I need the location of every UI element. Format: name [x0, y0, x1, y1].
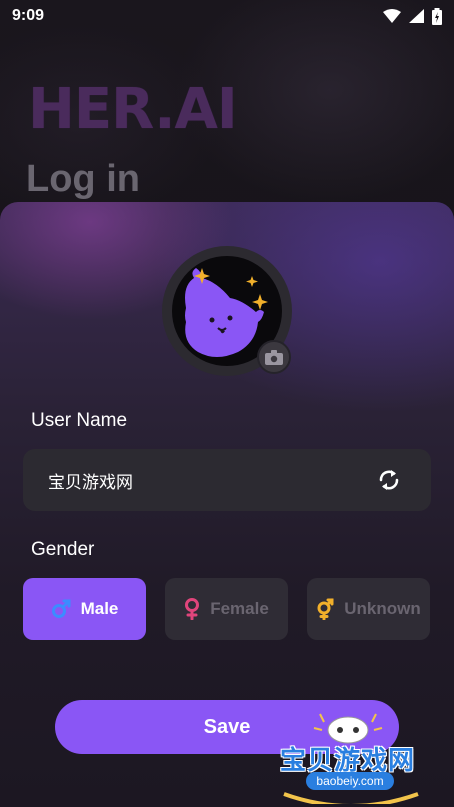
- camera-button[interactable]: [257, 340, 291, 374]
- refresh-icon[interactable]: [377, 468, 401, 492]
- battery-charging-icon: [432, 7, 442, 25]
- status-icons: [383, 7, 442, 25]
- username-label: User Name: [31, 410, 128, 431]
- page-title: Log in: [26, 158, 140, 200]
- watermark: 宝贝游戏网 baobeiy.com: [276, 708, 426, 804]
- wifi-icon: [383, 9, 401, 23]
- female-icon: [185, 598, 200, 620]
- gender-male-label: Male: [80, 599, 119, 618]
- signal-icon: [409, 9, 424, 23]
- gender-unknown-button[interactable]: Unknown: [307, 578, 430, 640]
- status-time: 9:09: [12, 7, 45, 24]
- genderqueer-icon: [317, 598, 334, 620]
- status-bar: 9:09: [0, 0, 454, 32]
- gender-label: Gender: [31, 539, 95, 560]
- gender-female-label: Female: [210, 599, 269, 618]
- male-icon: [51, 599, 71, 618]
- gender-male-button[interactable]: Male: [23, 578, 146, 640]
- gender-female-button[interactable]: Female: [165, 578, 288, 640]
- gender-unknown-label: Unknown: [344, 599, 421, 618]
- watermark-url: baobeiy.com: [306, 772, 394, 790]
- username-value: 宝贝游戏网: [48, 472, 133, 493]
- app-logo: HER.AI: [28, 77, 238, 142]
- camera-icon: [265, 349, 283, 365]
- avatar[interactable]: [162, 246, 292, 376]
- username-field[interactable]: 宝贝游戏网: [23, 449, 431, 511]
- gender-selector: Male Female Unknown: [23, 578, 431, 640]
